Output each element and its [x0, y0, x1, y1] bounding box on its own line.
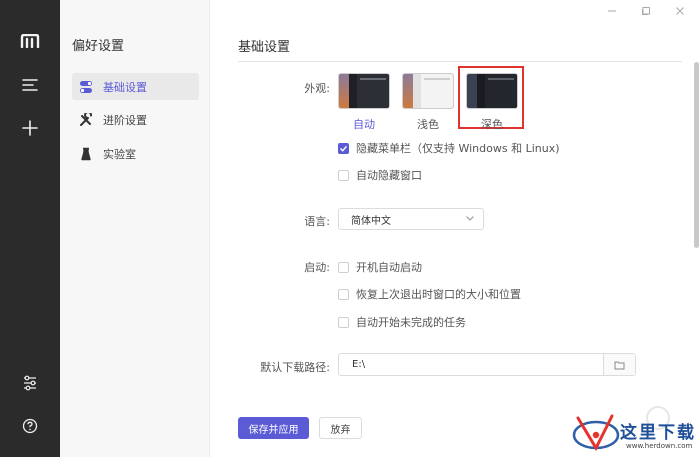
option-label: 隐藏菜单栏（仅支持 Windows 和 Linux)	[356, 142, 560, 155]
sidebar-item-label: 实验室	[103, 147, 136, 161]
save-apply-button[interactable]: 保存并应用	[238, 417, 309, 439]
theme-dark-label: 深色	[481, 118, 503, 131]
restore-window-option[interactable]: 恢复上次退出时窗口的大小和位置	[338, 286, 521, 302]
folder-icon[interactable]	[603, 354, 635, 375]
sidebar-item-advanced[interactable]: 进阶设置	[72, 106, 199, 133]
theme-light-label: 浅色	[417, 118, 439, 131]
theme-light-card[interactable]	[402, 73, 454, 109]
auto-hide-window-option[interactable]: 自动隐藏窗口	[338, 167, 422, 183]
option-label: 自动开始未完成的任务	[356, 316, 466, 329]
startup-label: 启动:	[304, 261, 330, 274]
watermark: 这里下载 www.herdown.com	[568, 408, 698, 456]
sidebar-item-label: 基础设置	[103, 80, 147, 94]
option-label: 恢复上次退出时窗口的大小和位置	[356, 288, 521, 301]
download-path-value: E:\	[352, 359, 366, 370]
download-path-input[interactable]: E:\	[338, 353, 636, 376]
watermark-title: 这里下载	[620, 423, 696, 443]
language-select[interactable]: 简体中文	[338, 208, 484, 230]
app-rail	[0, 0, 60, 457]
sidebar-title: 偏好设置	[72, 39, 125, 54]
discard-button[interactable]: 放弃	[319, 417, 362, 439]
checkbox[interactable]	[338, 261, 349, 273]
menu-icon[interactable]	[0, 70, 60, 100]
watermark-url: www.herdown.com	[626, 442, 693, 450]
hide-menubar-option[interactable]: 隐藏菜单栏（仅支持 Windows 和 Linux)	[338, 140, 560, 156]
scrollbar[interactable]	[694, 62, 699, 248]
language-value: 简体中文	[351, 215, 391, 227]
checkbox[interactable]	[338, 288, 349, 300]
checkbox-checked[interactable]	[338, 142, 349, 154]
sidebar-item-basic[interactable]: 基础设置	[72, 73, 199, 100]
close-icon[interactable]	[673, 4, 687, 18]
toggle-icon	[79, 80, 93, 94]
sidebar-item-label: 进阶设置	[103, 113, 147, 127]
checkbox[interactable]	[338, 316, 349, 328]
theme-auto-card[interactable]	[338, 73, 390, 109]
help-icon[interactable]	[0, 411, 60, 441]
language-label: 语言:	[304, 215, 330, 228]
settings-sliders-icon[interactable]	[0, 368, 60, 398]
settings-sidebar: 偏好设置 基础设置 进阶设置 实验室	[60, 0, 210, 457]
sidebar-item-lab[interactable]: 实验室	[72, 140, 199, 167]
option-label: 开机自动启动	[356, 261, 422, 274]
maximize-icon[interactable]	[639, 4, 653, 18]
logo-icon[interactable]	[0, 26, 60, 56]
tools-icon	[79, 112, 93, 127]
theme-auto-label: 自动	[353, 118, 375, 131]
resume-tasks-option[interactable]: 自动开始未完成的任务	[338, 314, 466, 330]
checkbox[interactable]	[338, 169, 349, 181]
option-label: 自动隐藏窗口	[356, 169, 422, 182]
chevron-down-icon	[465, 213, 475, 226]
launch-at-login-option[interactable]: 开机自动启动	[338, 259, 422, 275]
title-divider	[238, 61, 682, 62]
plus-icon[interactable]	[0, 113, 60, 143]
settings-main: 基础设置 外观: 自动 浅色 深色 隐藏菜单栏（仅支持 Windows 和 Li…	[210, 0, 700, 457]
appearance-label: 外观:	[304, 82, 330, 95]
minimize-icon[interactable]	[605, 4, 619, 18]
flask-icon	[79, 147, 93, 161]
page-title: 基础设置	[238, 40, 291, 55]
download-path-label: 默认下载路径:	[260, 361, 330, 374]
